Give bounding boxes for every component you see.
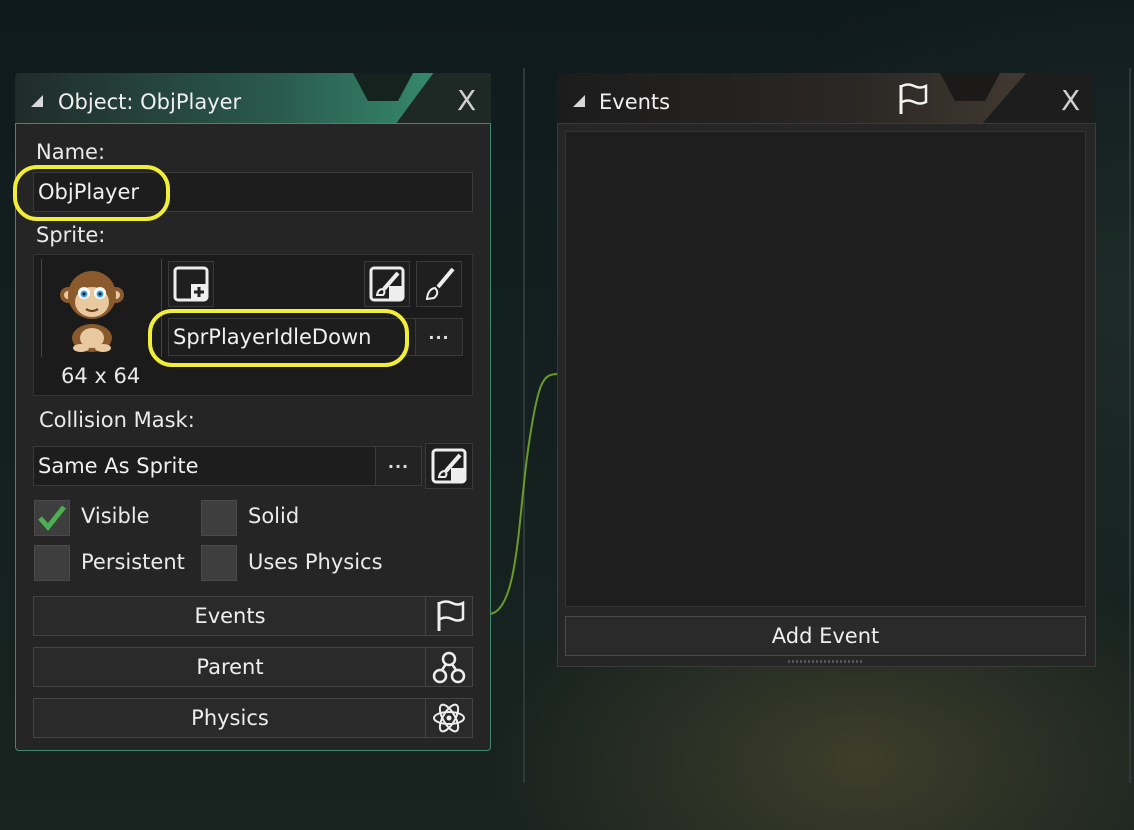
events-list[interactable] bbox=[565, 131, 1086, 607]
sprite-size: 64 x 64 bbox=[61, 364, 141, 388]
collapse-icon[interactable] bbox=[573, 95, 585, 107]
name-label: Name: bbox=[36, 140, 106, 164]
new-sprite-button[interactable] bbox=[168, 261, 214, 307]
close-icon[interactable]: X bbox=[457, 87, 476, 115]
persistent-checkbox[interactable] bbox=[34, 545, 70, 581]
parent-button-label: Parent bbox=[196, 655, 264, 679]
physics-icon bbox=[433, 703, 465, 733]
connector-line bbox=[489, 373, 559, 615]
collapse-icon[interactable] bbox=[31, 95, 43, 107]
resize-grip[interactable] bbox=[788, 660, 864, 663]
uses-physics-label[interactable]: Uses Physics bbox=[248, 550, 383, 574]
close-icon[interactable]: X bbox=[1061, 87, 1080, 115]
persistent-label[interactable]: Persistent bbox=[81, 550, 185, 574]
physics-button-label: Physics bbox=[191, 706, 269, 730]
edit-sprite-icon bbox=[369, 266, 405, 302]
physics-button[interactable]: Physics bbox=[33, 698, 473, 738]
parent-icon bbox=[432, 651, 466, 684]
sprite-browse-button[interactable]: ··· bbox=[415, 318, 463, 356]
monkey-sprite-icon bbox=[60, 271, 124, 352]
events-window-title: Events bbox=[599, 90, 671, 114]
collision-mask-browse-button[interactable]: ··· bbox=[375, 446, 422, 486]
add-event-button[interactable]: Add Event bbox=[565, 616, 1086, 656]
collision-mask-label: Collision Mask: bbox=[39, 408, 195, 432]
edit-sprite-button[interactable] bbox=[364, 261, 410, 307]
visible-label[interactable]: Visible bbox=[81, 504, 150, 528]
name-highlight bbox=[13, 165, 170, 221]
sprite-highlight bbox=[148, 309, 409, 367]
new-sprite-icon bbox=[173, 266, 209, 302]
uses-physics-checkbox[interactable] bbox=[201, 545, 237, 581]
visible-checkbox[interactable] bbox=[34, 500, 70, 536]
flag-icon bbox=[899, 83, 928, 114]
solid-checkbox[interactable] bbox=[201, 500, 237, 536]
events-button-label: Events bbox=[194, 604, 266, 628]
parent-button[interactable]: Parent bbox=[33, 647, 473, 687]
check-icon bbox=[38, 505, 66, 531]
collision-mask-edit-button[interactable] bbox=[425, 443, 473, 489]
brush-icon bbox=[425, 267, 455, 301]
solid-label[interactable]: Solid bbox=[248, 504, 299, 528]
flag-icon bbox=[437, 600, 465, 631]
object-window-title: Object: ObjPlayer bbox=[58, 90, 242, 114]
divider-right bbox=[1129, 68, 1131, 783]
brush-button[interactable] bbox=[416, 261, 462, 307]
edit-mask-icon bbox=[431, 448, 467, 484]
collision-mask-field[interactable]: Same As Sprite bbox=[33, 446, 376, 486]
sprite-label: Sprite: bbox=[36, 223, 106, 247]
events-button[interactable]: Events bbox=[33, 596, 473, 636]
